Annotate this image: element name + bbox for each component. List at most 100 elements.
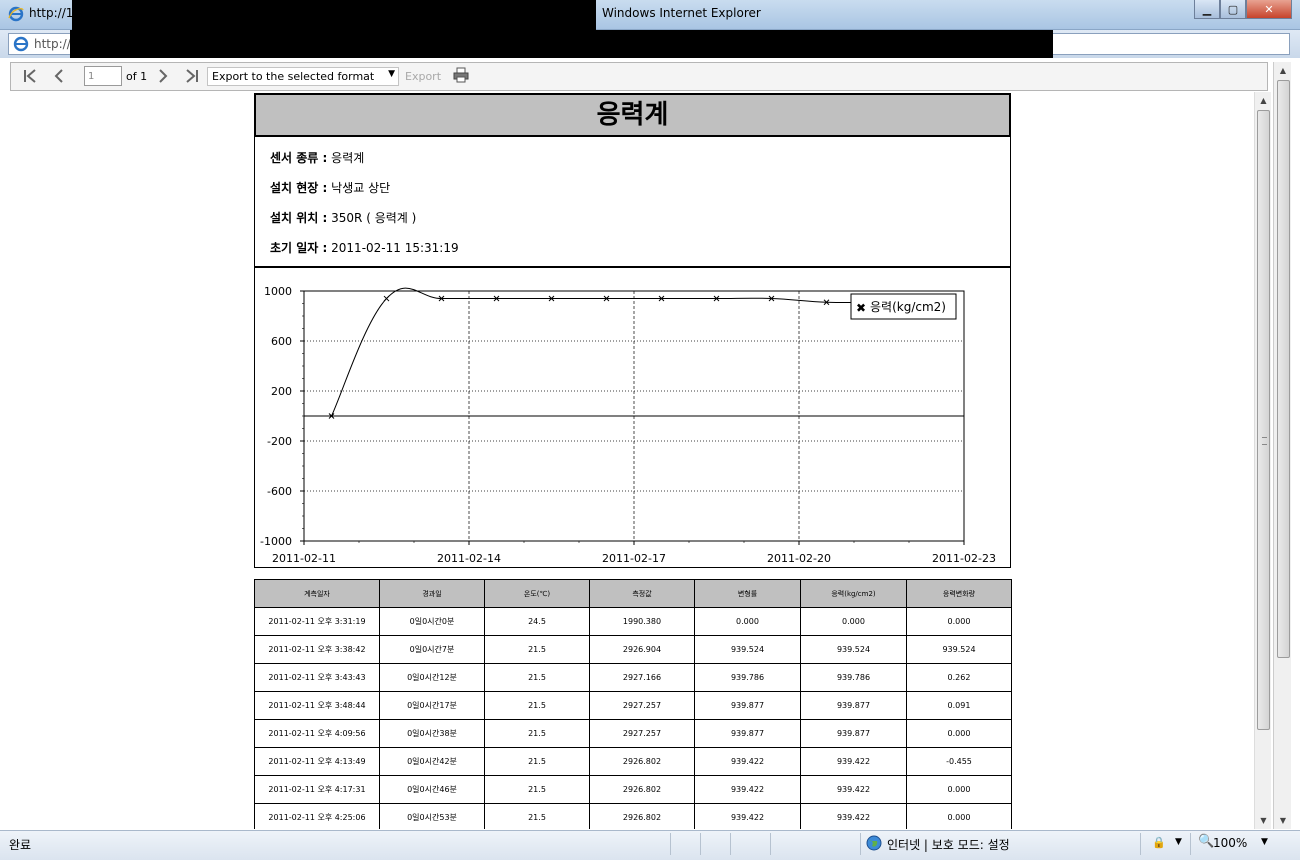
page-icon <box>13 36 29 52</box>
window-title-bar: http://12 Windows Internet Explorer ▁ ▢ … <box>0 0 1300 30</box>
table-row: 2011-02-11 오후 3:43:43 0일0시간12분 21.5 2927.16… <box>254 663 1012 692</box>
cell-elapsed: 0일0시간7분 <box>379 635 485 664</box>
next-page-button[interactable] <box>152 67 174 87</box>
export-format-value: Export to the selected format <box>212 70 375 83</box>
first-page-button[interactable] <box>19 67 41 87</box>
info-label: 설치 현장 : <box>270 181 328 195</box>
y-tick-label: -600 <box>267 485 292 498</box>
scroll-up-icon[interactable]: ▲ <box>1274 62 1292 79</box>
cell-stress-change: 0.091 <box>906 691 1012 720</box>
info-label: 센서 종류 : <box>270 151 328 165</box>
cell-strain: 939.877 <box>694 719 801 748</box>
legend-marker-icon: ✖ <box>856 301 866 315</box>
cell-measured-value: 2926.802 <box>589 775 695 804</box>
cell-strain: 939.524 <box>694 635 801 664</box>
print-icon[interactable] <box>453 67 469 83</box>
cell-measured-value: 2926.802 <box>589 803 695 829</box>
minimize-button[interactable]: ▁ <box>1194 0 1220 19</box>
report-content-area: 응력계 센서 종류 : 응력계 설치 현장 : 낙생교 상단 설치 위치 : 3… <box>10 92 1254 829</box>
first-page-icon <box>24 69 36 83</box>
status-divider <box>700 833 701 855</box>
measurement-table: 계측일자 경과일 온도(℃) 측정값 변형률 응력(kg/cm2) 응력변화량 … <box>254 579 1012 829</box>
page-count: of 1 <box>126 70 148 83</box>
chevron-down-icon: ▼ <box>388 69 395 79</box>
redacted-area <box>70 30 1053 58</box>
cell-measure-date: 2011-02-11 오후 3:48:44 <box>254 691 380 720</box>
report-scrollbar[interactable]: ▲ ▼ <box>1254 92 1271 829</box>
scroll-up-icon[interactable]: ▲ <box>1255 92 1272 109</box>
cell-elapsed: 0일0시간17분 <box>379 691 485 720</box>
series-line <box>331 287 909 417</box>
internet-explorer-icon <box>8 6 24 22</box>
grip-icon <box>1262 437 1267 445</box>
last-page-button[interactable] <box>181 67 203 87</box>
cell-strain: 939.786 <box>694 663 801 692</box>
redacted-area <box>72 0 596 30</box>
scroll-down-icon[interactable]: ▼ <box>1255 812 1272 829</box>
table-row: 2011-02-11 오후 3:38:42 0일0시간7분 21.5 2926.904… <box>254 635 1012 664</box>
info-label: 초기 일자 : <box>270 241 328 255</box>
chart-x-ticks: 2011-02-11 2011-02-14 2011-02-17 2011-02-20… <box>272 541 996 565</box>
chevron-down-icon[interactable]: ▼ <box>1175 837 1182 847</box>
chevron-right-icon <box>159 69 168 83</box>
browser-scrollbar[interactable]: ▲ ▼ <box>1273 62 1291 829</box>
cell-temperature: 21.5 <box>484 691 590 720</box>
security-zone[interactable]: 인터넷 | 보호 모드: 설정 <box>887 836 1010 853</box>
table-body: 2011-02-11 오후 3:31:19 0일0시간0분 24.5 1990.380… <box>254 607 1012 829</box>
window-title-app: Windows Internet Explorer <box>602 6 761 20</box>
cell-measured-value: 1990.380 <box>589 607 695 636</box>
y-tick-label: -200 <box>267 435 292 448</box>
table-row: 2011-02-11 오후 4:17:31 0일0시간46분 21.5 2926.80… <box>254 775 1012 804</box>
legend-label: 응력(kg/cm2) <box>870 300 946 314</box>
zoom-level[interactable]: 100% <box>1213 836 1247 850</box>
x-tick-label: 2011-02-14 <box>437 552 501 565</box>
cell-strain: 939.422 <box>694 747 801 776</box>
cell-temperature: 21.5 <box>484 803 590 829</box>
cell-elapsed: 0일0시간0분 <box>379 607 485 636</box>
status-bar: 완료 인터넷 | 보호 모드: 설정 🔒 ▼ 🔍 100% ▼ <box>0 830 1300 860</box>
x-tick-label: 2011-02-20 <box>767 552 831 565</box>
chevron-left-icon <box>54 69 63 83</box>
status-divider <box>860 833 861 855</box>
close-button[interactable]: ✕ <box>1246 0 1292 19</box>
cell-measure-date: 2011-02-11 오후 4:13:49 <box>254 747 380 776</box>
zoom-icon[interactable]: 🔍 <box>1198 834 1214 849</box>
page-number-input[interactable] <box>84 66 122 86</box>
status-divider <box>1190 833 1191 855</box>
window-controls: ▁ ▢ ✕ <box>1194 0 1292 20</box>
info-row-sensor-type: 센서 종류 : 응력계 <box>270 149 364 166</box>
export-link[interactable]: Export <box>405 70 441 83</box>
cell-strain: 0.000 <box>694 607 801 636</box>
header-stress-change: 응력변화량 <box>906 579 1012 608</box>
cell-stress: 939.786 <box>800 663 907 692</box>
protected-mode-icon[interactable]: 🔒 <box>1152 836 1166 849</box>
cell-stress: 939.422 <box>800 803 907 829</box>
table-row: 2011-02-11 오후 3:31:19 0일0시간0분 24.5 1990.380… <box>254 607 1012 636</box>
scroll-thumb[interactable] <box>1277 80 1290 658</box>
table-row: 2011-02-11 오후 3:48:44 0일0시간17분 21.5 2927.25… <box>254 691 1012 720</box>
cell-elapsed: 0일0시간42분 <box>379 747 485 776</box>
info-value: 2011-02-11 15:31:19 <box>331 241 459 255</box>
info-value: 350R ( 응력계 ) <box>331 211 417 225</box>
chevron-down-icon[interactable]: ▼ <box>1261 837 1268 847</box>
cell-elapsed: 0일0시간46분 <box>379 775 485 804</box>
x-tick-label: 2011-02-17 <box>602 552 666 565</box>
report-viewer-toolbar: of 1 Export to the selected format ▼ Exp… <box>10 62 1268 91</box>
cell-stress-change: 0.000 <box>906 607 1012 636</box>
status-divider <box>670 833 671 855</box>
scroll-thumb[interactable] <box>1257 110 1270 730</box>
x-tick-label: 2011-02-23 <box>932 552 996 565</box>
header-elapsed: 경과일 <box>379 579 485 608</box>
cell-strain: 939.877 <box>694 691 801 720</box>
maximize-button[interactable]: ▢ <box>1220 0 1246 19</box>
cell-measured-value: 2927.257 <box>589 719 695 748</box>
y-tick-label: 1000 <box>264 285 292 298</box>
chart-legend: ✖ 응력(kg/cm2) <box>850 293 957 320</box>
export-format-select[interactable]: Export to the selected format ▼ <box>207 67 399 86</box>
header-stress: 응력(kg/cm2) <box>800 579 907 608</box>
cell-measure-date: 2011-02-11 오후 3:43:43 <box>254 663 380 692</box>
cell-measure-date: 2011-02-11 오후 4:09:56 <box>254 719 380 748</box>
header-strain: 변형률 <box>694 579 801 608</box>
scroll-down-icon[interactable]: ▼ <box>1274 812 1292 829</box>
previous-page-button[interactable] <box>48 67 70 87</box>
